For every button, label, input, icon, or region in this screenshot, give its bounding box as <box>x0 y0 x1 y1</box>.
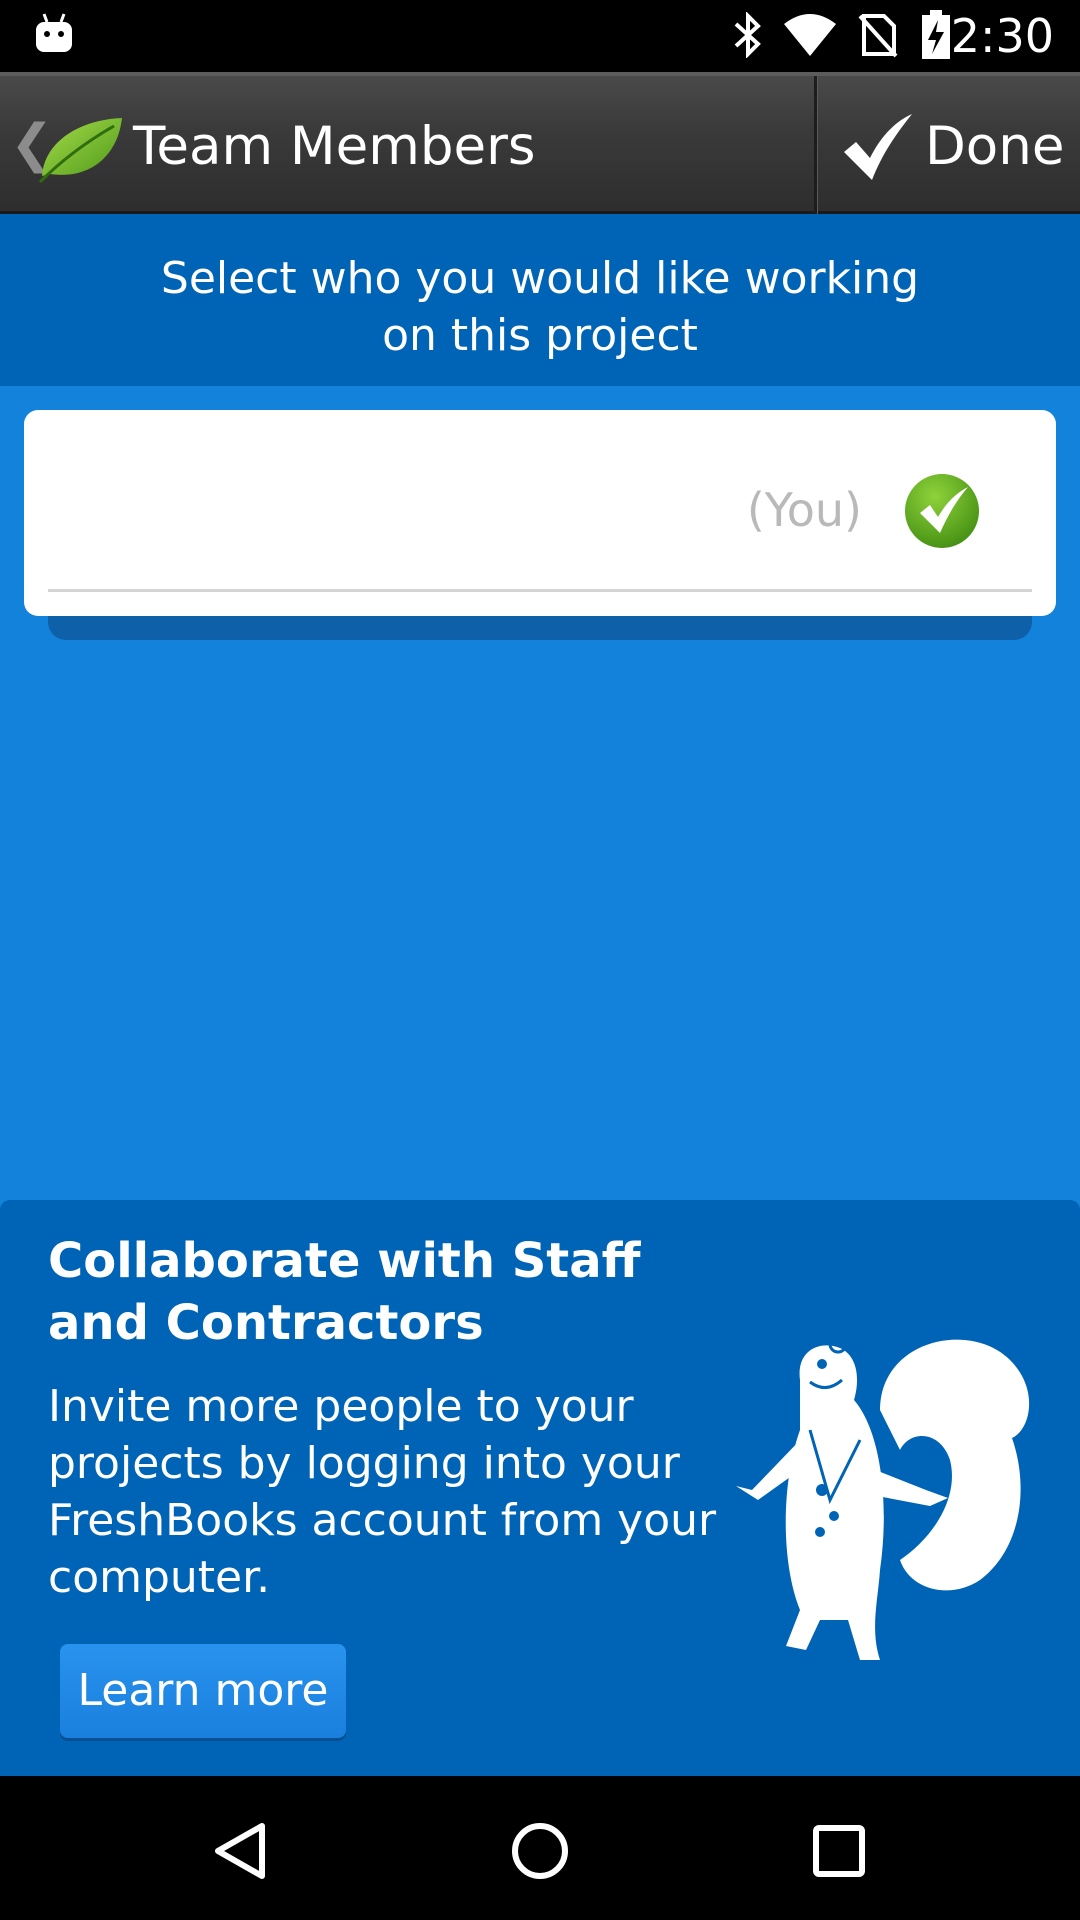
leaf-logo-icon <box>38 118 122 184</box>
instruction-text: Select who you would like working on thi… <box>160 253 920 361</box>
checkmark-icon <box>844 114 912 180</box>
promo-body: Invite more people to your projects by l… <box>48 1381 717 1603</box>
status-time: 2:30 <box>950 9 1054 63</box>
bluetooth-icon <box>734 12 761 58</box>
learn-more-button[interactable]: Learn more <box>60 1644 346 1738</box>
squirrel-mascot-icon <box>736 1334 1030 1660</box>
selected-check-icon[interactable] <box>904 473 980 549</box>
status-bar: 2:30 <box>0 0 1080 72</box>
home-nav-icon[interactable] <box>495 1806 585 1896</box>
team-member-row[interactable]: (You) <box>48 410 1032 590</box>
promo-title: Collaborate with Staff and Contractors <box>48 1233 641 1351</box>
battery-charging-icon <box>922 10 950 59</box>
team-member-list: (You) <box>24 410 1056 616</box>
recents-nav-icon[interactable] <box>794 1806 884 1896</box>
navigation-bar <box>0 1776 1080 1920</box>
done-label: Done <box>925 116 1065 177</box>
up-navigation[interactable]: ❮ Team Members <box>0 76 815 215</box>
instruction-header: Select who you would like working on thi… <box>0 214 1080 386</box>
promo-panel: Collaborate with Staff and Contractors I… <box>0 1200 1080 1776</box>
no-sim-icon <box>858 14 898 58</box>
action-bar: ❮ Team Members Done <box>0 72 1080 215</box>
wifi-icon <box>784 14 836 56</box>
screen-title: Team Members <box>133 116 536 177</box>
done-button[interactable]: Done <box>818 76 1080 215</box>
back-nav-icon[interactable] <box>196 1806 286 1896</box>
android-debug-icon <box>36 13 72 52</box>
row-divider <box>48 589 1032 592</box>
you-tag: (You) <box>746 483 862 537</box>
